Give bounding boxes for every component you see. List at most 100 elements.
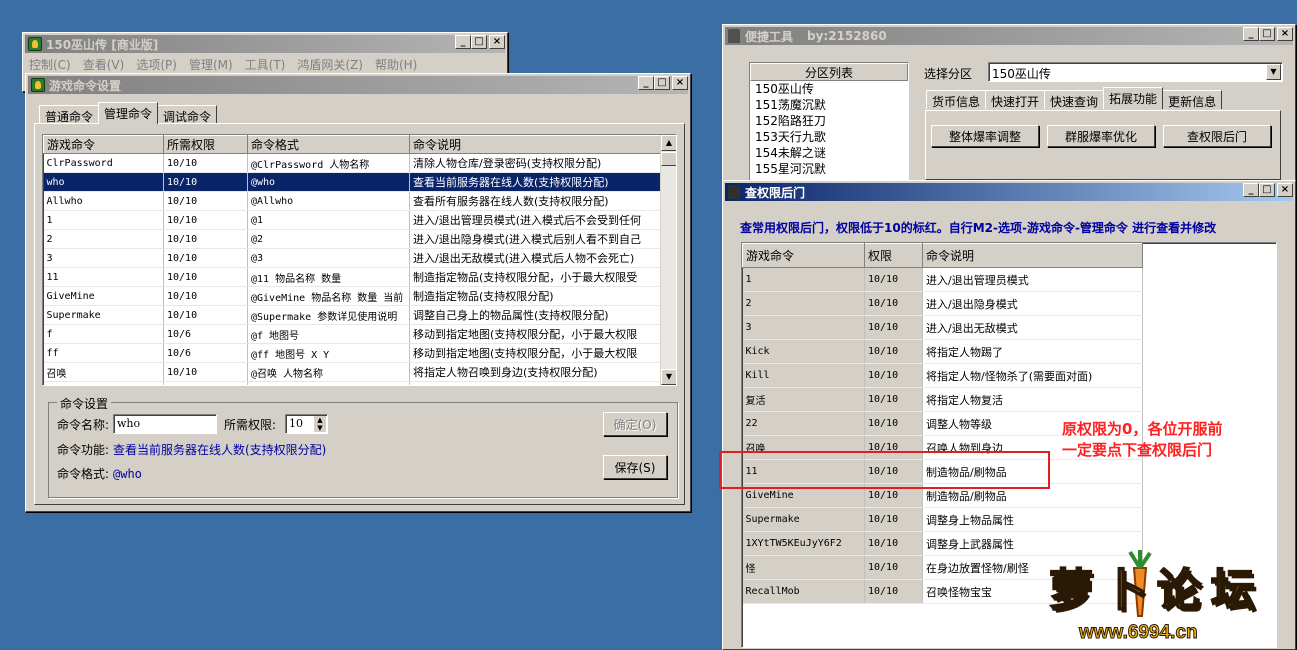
- command-list[interactable]: 游戏命令 所需权限 命令格式 命令说明 ClrPassword 10/10 @Clr…: [42, 134, 677, 386]
- col-description[interactable]: 命令说明: [409, 135, 662, 154]
- table-row[interactable]: ClrPassword 10/10 @ClrPassword 人物名称 清除人物仓库/…: [43, 153, 662, 173]
- table-row[interactable]: 跟踪10/10@跟踪 人物名称跟踪指定人物(支持权限分配): [43, 381, 662, 385]
- menu-options[interactable]: 选项(P): [136, 56, 177, 73]
- scroll-down-icon[interactable]: ▼: [661, 369, 676, 385]
- tool-tabs: 货币信息 快速打开 快速查询 拓展功能 更新信息: [926, 87, 1223, 109]
- overall-droprate-button[interactable]: 整体爆率调整: [931, 125, 1039, 147]
- table-row[interactable]: GiveMine 10/10 @GiveMine 物品名称 数量 当前 制造指定物品(…: [43, 286, 662, 306]
- command-list-scrollbar[interactable]: ▲ ▼: [660, 135, 676, 385]
- command-window-titlebar[interactable]: 游戏命令设置: [28, 76, 688, 94]
- close-icon[interactable]: ×: [1277, 27, 1293, 41]
- stepper-arrows-icon[interactable]: ▲ ▼: [314, 416, 326, 432]
- zone-list[interactable]: 分区列表 150巫山传 151荡魔沉默 152陷路狂刀 153天行九歌 154未解之谜 1…: [749, 62, 909, 182]
- tab-admin-commands[interactable]: 管理命令: [98, 102, 159, 124]
- menu-gateway[interactable]: 鸿盾网关(Z): [297, 56, 363, 73]
- table-row[interactable]: Supermake 10/10 @Supermake 参数详见使用说明 调整自己身上的…: [43, 305, 662, 325]
- close-icon[interactable]: ×: [1277, 183, 1293, 197]
- table-row[interactable]: ff 10/6 @ff 地图号 X Y 移动到指定地图(支持权限分配，小于最大权限: [43, 343, 662, 363]
- cell-permission: 10/6: [163, 324, 248, 344]
- tab-quick-query[interactable]: 快速查询: [1044, 90, 1105, 109]
- table-row[interactable]: 1 10/10 进入/退出管理员模式: [742, 267, 1143, 292]
- tab-currency-info[interactable]: 货币信息: [926, 90, 987, 109]
- check-permission-backdoor-button[interactable]: 查权限后门: [1163, 125, 1271, 147]
- maximize-icon[interactable]: □: [1259, 183, 1275, 197]
- zone-select-dropdown[interactable]: 150巫山传 ▼: [988, 62, 1283, 82]
- close-icon[interactable]: ×: [672, 76, 688, 90]
- close-icon[interactable]: ×: [489, 35, 505, 49]
- app-icon: [28, 37, 42, 51]
- col-command[interactable]: 游戏命令: [43, 135, 164, 154]
- group-droprate-button[interactable]: 群服爆率优化: [1047, 125, 1155, 147]
- permission-window-titlebar[interactable]: 查权限后门: [725, 183, 1293, 201]
- minimize-icon[interactable]: _: [1243, 183, 1259, 197]
- tool-window-titlebar[interactable]: 便捷工具 by:2152860: [725, 27, 1293, 45]
- tab-quick-open[interactable]: 快速打开: [985, 90, 1046, 109]
- table-row[interactable]: Kick 10/10 将指定人物踢了: [742, 339, 1143, 364]
- list-item[interactable]: 151荡魔沉默: [755, 97, 908, 113]
- table-header: 游戏命令 所需权限 命令格式 命令说明: [43, 135, 662, 154]
- col-format[interactable]: 命令格式: [247, 135, 410, 154]
- table-row[interactable]: f 10/6 @f 地图号 移动到指定地图(支持权限分配，小于最大权限: [43, 324, 662, 344]
- scroll-up-icon[interactable]: ▲: [661, 135, 676, 151]
- minimize-icon[interactable]: _: [638, 76, 654, 90]
- minimize-icon[interactable]: _: [1243, 27, 1259, 41]
- table-header: 游戏命令 权限 命令说明: [742, 243, 1143, 268]
- minimize-icon[interactable]: _: [455, 35, 471, 49]
- scroll-thumb[interactable]: [661, 152, 676, 166]
- menu-manage[interactable]: 管理(M): [189, 56, 233, 73]
- zone-list-header[interactable]: 分区列表: [750, 63, 908, 81]
- table-row[interactable]: Kill 10/10 将指定人物/怪物杀了(需要面对面): [742, 363, 1143, 388]
- cell-description: 将指定人物/怪物杀了(需要面对面): [922, 363, 1143, 388]
- col-permission[interactable]: 权限: [864, 243, 923, 268]
- menu-view[interactable]: 查看(V): [83, 56, 125, 73]
- cell-permission: 10/10: [864, 507, 923, 532]
- table-row[interactable]: 2 10/10 进入/退出隐身模式: [742, 291, 1143, 316]
- cell-permission: 10/10: [864, 339, 923, 364]
- confirm-button[interactable]: 确定(O): [603, 412, 667, 436]
- maximize-icon[interactable]: □: [1259, 27, 1275, 41]
- table-row[interactable]: 3 10/10 进入/退出无敌模式: [742, 315, 1143, 340]
- table-row[interactable]: Supermake 10/10 调整身上物品属性: [742, 507, 1143, 532]
- list-item[interactable]: 153天行九歌: [755, 129, 908, 145]
- menu-help[interactable]: 帮助(H): [375, 56, 417, 73]
- col-command[interactable]: 游戏命令: [742, 243, 865, 268]
- save-button[interactable]: 保存(S): [603, 455, 667, 479]
- cell-command: 怪: [742, 555, 865, 580]
- cell-permission: 10/10: [163, 362, 248, 382]
- tab-debug-commands[interactable]: 调试命令: [157, 105, 218, 124]
- menu-control[interactable]: 控制(C): [29, 56, 71, 73]
- col-permission[interactable]: 所需权限: [163, 135, 248, 154]
- tab-update-info[interactable]: 更新信息: [1162, 90, 1223, 109]
- convenience-tool-window: 便捷工具 by:2152860 _ □ × 分区列表 150巫山传 151荡魔沉默…: [722, 24, 1296, 184]
- col-description[interactable]: 命令说明: [922, 243, 1143, 268]
- table-row[interactable]: 11 10/10 @11 物品名称 数量 制造指定物品(支持权限分配，小于最大权限受: [43, 267, 662, 287]
- list-item[interactable]: 152陷路狂刀: [755, 113, 908, 129]
- permission-value: 10: [289, 417, 303, 430]
- cell-description: 制造指定物品(支持权限分配，小于最大权限受: [409, 267, 662, 287]
- cell-description: 进入/退出管理员模式(进入模式后不会受到任何: [409, 210, 662, 230]
- list-item[interactable]: 154未解之谜: [755, 145, 908, 161]
- table-row[interactable]: 3 10/10 @3 进入/退出无敌模式(进入模式后人物不会死亡): [43, 248, 662, 268]
- table-row[interactable]: Allwho 10/10 @Allwho 查看所有服务器在线人数(支持权限分配): [43, 191, 662, 211]
- command-name-input[interactable]: who: [113, 414, 217, 434]
- permission-window-title: 查权限后门: [745, 185, 806, 200]
- list-item[interactable]: 155星河沉默: [755, 161, 908, 177]
- permission-stepper[interactable]: 10 ▲ ▼: [285, 414, 328, 434]
- cell-command: 3: [43, 248, 164, 268]
- tab-extended-functions[interactable]: 拓展功能: [1103, 87, 1164, 109]
- cell-command: GiveMine: [43, 286, 164, 306]
- chevron-down-icon[interactable]: ▼: [1266, 64, 1281, 80]
- table-row[interactable]: 召唤 10/10 @召唤 人物名称 将指定人物召唤到身边(支持权限分配): [43, 362, 662, 382]
- menu-tools[interactable]: 工具(T): [245, 56, 286, 73]
- cell-command: 2: [742, 291, 865, 316]
- list-item[interactable]: 150巫山传: [755, 81, 908, 97]
- table-row[interactable]: 2 10/10 @2 进入/退出隐身模式(进入模式后别人看不到自己: [43, 229, 662, 249]
- cell-permission: 10/10: [163, 286, 248, 306]
- tab-normal-commands[interactable]: 普通命令: [39, 105, 100, 124]
- table-row[interactable]: 1 10/10 @1 进入/退出管理员模式(进入模式后不会受到任何: [43, 210, 662, 230]
- maximize-icon[interactable]: □: [471, 35, 487, 49]
- main-window-titlebar[interactable]: 150巫山传 [商业版]: [25, 35, 505, 53]
- table-row[interactable]: who 10/10 @who 查看当前服务器在线人数(支持权限分配): [43, 172, 662, 192]
- maximize-icon[interactable]: □: [654, 76, 670, 90]
- table-row[interactable]: 复活 10/10 将指定人物复活: [742, 387, 1143, 412]
